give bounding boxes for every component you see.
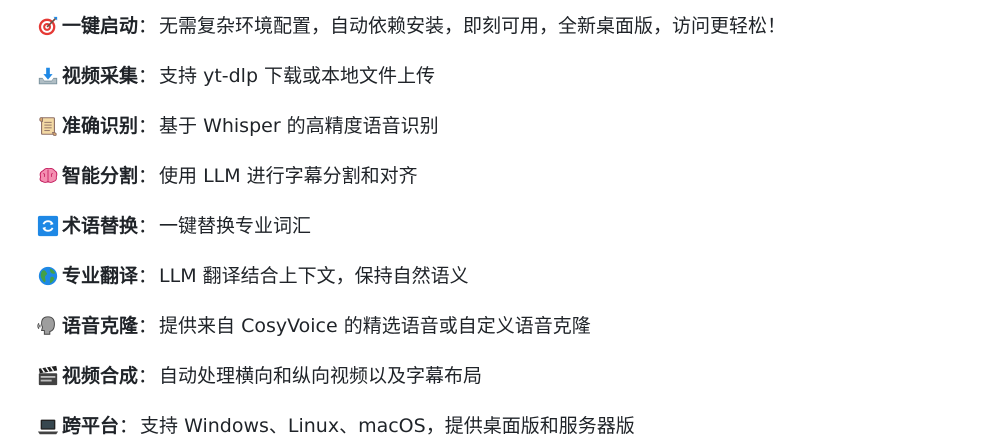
inbox-tray-download-icon: [36, 64, 60, 88]
feature-separator: ：: [138, 15, 158, 37]
feature-title: 视频采集: [62, 65, 139, 87]
arrows-counterclockwise-icon: [36, 214, 60, 238]
feature-title: 智能分割: [62, 165, 139, 187]
feature-title: 语音克隆: [62, 315, 139, 337]
feature-item-accurate-recognition: 准确识别 ： 基于 Whisper 的高精度语音识别: [36, 111, 439, 141]
feature-item-video-synthesis: 视频合成 ： 自动处理横向和纵向视频以及字幕布局: [36, 361, 482, 391]
feature-title: 准确识别: [62, 115, 139, 137]
feature-title: 术语替换: [62, 215, 139, 237]
direct-hit-target-icon: [36, 14, 60, 38]
brain-icon: [36, 164, 60, 188]
feature-description: LLM 翻译结合上下文，保持自然语义: [159, 265, 469, 287]
feature-separator: ：: [138, 165, 158, 187]
feature-separator: ：: [138, 315, 158, 337]
feature-item-voice-cloning: 语音克隆 ： 提供来自 CosyVoice 的精选语音或自定义语音克隆: [36, 311, 591, 341]
feature-description: 基于 Whisper 的高精度语音识别: [159, 115, 439, 137]
feature-separator: ：: [138, 115, 158, 137]
feature-description: 支持 Windows、Linux、macOS，提供桌面版和服务器版: [140, 415, 635, 437]
feature-list: 一键启动 ： 无需复杂环境配置，自动依赖安装，即刻可用，全新桌面版，访问更轻松！…: [0, 0, 1002, 444]
feature-separator: ：: [138, 265, 158, 287]
feature-description: 支持 yt-dlp 下载或本地文件上传: [159, 65, 436, 87]
feature-separator: ：: [119, 415, 139, 437]
speaking-head-icon: [36, 314, 60, 338]
feature-item-term-replacement: 术语替换 ： 一键替换专业词汇: [36, 211, 311, 241]
feature-separator: ：: [138, 215, 158, 237]
feature-description: 无需复杂环境配置，自动依赖安装，即刻可用，全新桌面版，访问更轻松！: [159, 15, 787, 37]
feature-title: 跨平台: [62, 415, 120, 437]
feature-item-professional-translation: 专业翻译 ： LLM 翻译结合上下文，保持自然语义: [36, 261, 469, 291]
feature-item-video-capture: 视频采集 ： 支持 yt-dlp 下载或本地文件上传: [36, 61, 435, 91]
feature-title: 一键启动: [62, 15, 139, 37]
feature-item-smart-segmentation: 智能分割 ： 使用 LLM 进行字幕分割和对齐: [36, 161, 418, 191]
feature-item-one-click-start: 一键启动 ： 无需复杂环境配置，自动依赖安装，即刻可用，全新桌面版，访问更轻松！: [36, 11, 786, 41]
feature-item-cross-platform: 跨平台 ： 支持 Windows、Linux、macOS，提供桌面版和服务器版: [36, 411, 635, 441]
globe-americas-icon: [36, 264, 60, 288]
laptop-icon: [36, 414, 60, 438]
feature-description: 使用 LLM 进行字幕分割和对齐: [159, 165, 418, 187]
feature-description: 自动处理横向和纵向视频以及字幕布局: [159, 365, 483, 387]
feature-separator: ：: [138, 365, 158, 387]
feature-description: 一键替换专业词汇: [159, 215, 312, 237]
scroll-icon: [36, 114, 60, 138]
feature-separator: ：: [138, 65, 158, 87]
feature-description: 提供来自 CosyVoice 的精选语音或自定义语音克隆: [159, 315, 591, 337]
feature-title: 视频合成: [62, 365, 139, 387]
feature-title: 专业翻译: [62, 265, 139, 287]
clapper-board-icon: [36, 364, 60, 388]
